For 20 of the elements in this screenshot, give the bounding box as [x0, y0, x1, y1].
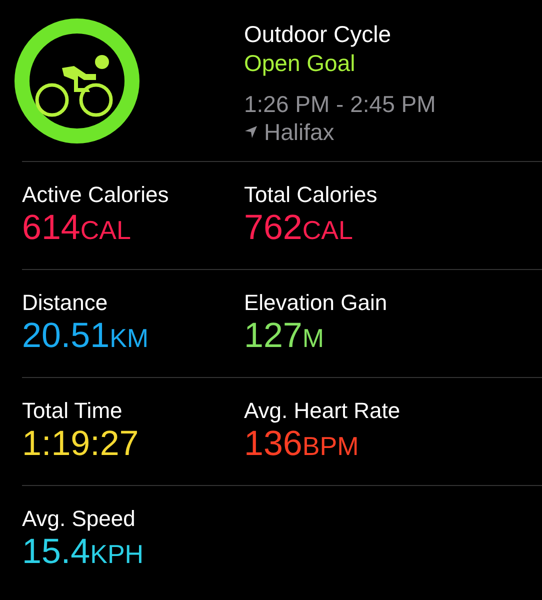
metric-label: Total Time — [22, 398, 122, 424]
metric-value: 1:19:27 — [22, 424, 139, 464]
metric-value: 136BPM — [244, 424, 359, 465]
metric-label: Elevation Gain — [244, 290, 388, 316]
workout-goal: Open Goal — [244, 49, 356, 78]
metric-value: 127M — [244, 316, 324, 357]
metric-value: 15.4KPH — [22, 532, 144, 573]
metric-label: Distance — [22, 290, 108, 316]
cycling-workout-icon — [14, 18, 140, 144]
metric-value: 762CAL — [244, 208, 353, 249]
workout-time-range: 1:26 PM - 2:45 PM — [244, 90, 436, 118]
metric-label: Active Calories — [22, 182, 169, 208]
metric-value: 20.51KM — [22, 316, 149, 357]
metric-label: Avg. Speed — [22, 506, 136, 532]
metric-value: 614CAL — [22, 208, 131, 249]
metric-label: Total Calories — [244, 182, 378, 208]
location-arrow-icon — [244, 125, 258, 139]
metric-label: Avg. Heart Rate — [244, 398, 400, 424]
workout-title: Outdoor Cycle — [244, 20, 392, 48]
workout-location: Halifax — [264, 118, 334, 146]
